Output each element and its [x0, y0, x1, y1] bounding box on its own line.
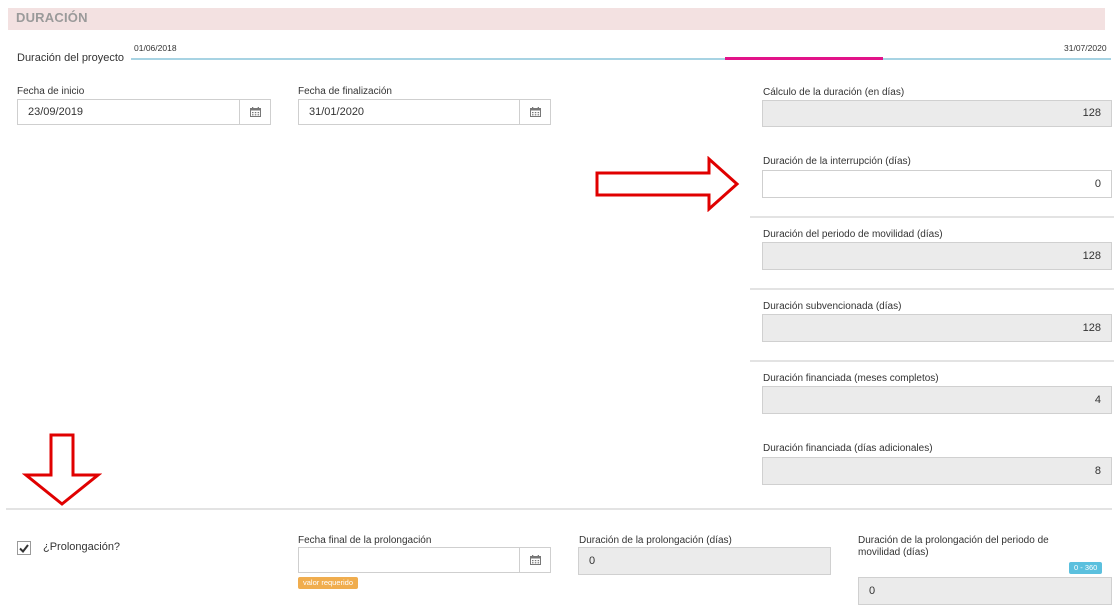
calendar-icon [529, 107, 541, 117]
duration-calc-label: Cálculo de la duración (en días) [763, 87, 905, 98]
end-date-label: Fecha de finalización [298, 86, 392, 97]
subsidized-duration-label: Duración subvencionada (días) [763, 301, 902, 312]
start-date-calendar-button[interactable] [239, 99, 271, 125]
financed-extra-days-field: 8 [762, 457, 1112, 485]
range-badge: 0 - 360 [1069, 562, 1103, 574]
end-date-input[interactable]: 31/01/2020 [298, 99, 520, 125]
extension-end-date-calendar-button[interactable] [519, 547, 551, 573]
divider [750, 288, 1114, 290]
financed-months-label: Duración financiada (meses completos) [763, 373, 939, 384]
red-arrow-right-icon [595, 156, 740, 212]
end-date-calendar-button[interactable] [519, 99, 551, 125]
interruption-label: Duración de la interrupción (días) [763, 156, 911, 167]
calendar-icon [529, 555, 541, 565]
section-header [8, 8, 1105, 30]
extension-mobility-label: Duración de la prolongación del periodo … [858, 535, 1049, 558]
extension-duration-field: 0 [578, 547, 831, 575]
subsidized-duration-field: 128 [762, 314, 1112, 342]
extension-end-date-label: Fecha final de la prolongación [298, 535, 432, 546]
section-divider [6, 508, 1112, 510]
financed-months-field: 4 [762, 386, 1112, 414]
interruption-input[interactable]: 0 [762, 170, 1112, 198]
checkmark-icon [19, 543, 29, 553]
start-date-input[interactable]: 23/09/2019 [17, 99, 240, 125]
section-title: DURACIÓN [16, 10, 88, 25]
calendar-icon [249, 107, 261, 117]
timeline-bar [131, 58, 1111, 60]
extension-end-date-input[interactable] [298, 547, 520, 573]
divider [750, 360, 1114, 362]
timeline-end-date: 31/07/2020 [1064, 43, 1107, 53]
red-arrow-down-icon [22, 433, 102, 506]
extension-checkbox[interactable] [17, 541, 31, 555]
timeline-current-period [725, 57, 883, 60]
mobility-duration-field: 128 [762, 242, 1112, 270]
financed-extra-days-label: Duración financiada (días adicionales) [763, 443, 933, 454]
extension-duration-label: Duración de la prolongación (días) [579, 535, 732, 546]
extension-checkbox-label: ¿Prolongación? [43, 541, 121, 553]
divider [750, 216, 1114, 218]
required-badge: valor requerido [298, 577, 359, 589]
timeline-label: Duración del proyecto [17, 52, 125, 64]
mobility-duration-label: Duración del periodo de movilidad (días) [763, 229, 943, 240]
duration-calc-field: 128 [762, 100, 1112, 127]
timeline-start-date: 01/06/2018 [134, 43, 177, 53]
start-date-label: Fecha de inicio [17, 86, 85, 97]
